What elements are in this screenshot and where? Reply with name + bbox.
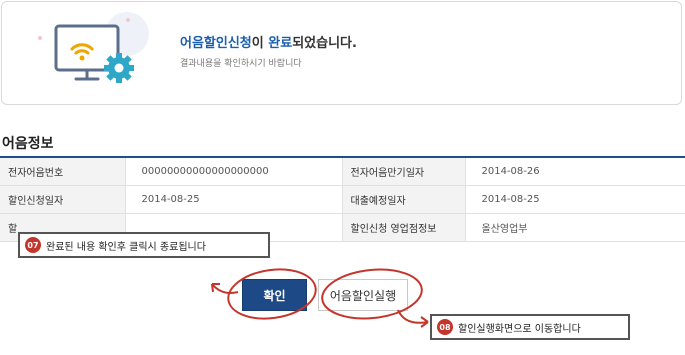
- row-value: 올산영업부: [465, 213, 685, 242]
- row-value: 2014-08-25: [465, 185, 685, 214]
- annotation-number: 08: [437, 319, 453, 335]
- annotation-text: 완료된 내용 확인후 클릭시 종료됩니다: [46, 241, 206, 253]
- result-message-panel: 어음할인신청이 완료되었습니다. 결과내용을 확인하시기 바랍니다: [1, 1, 682, 105]
- result-title-highlight: 어음할인신청: [180, 36, 252, 51]
- row-label: 전자어음번호: [0, 157, 126, 186]
- row-label: 할인신청일자: [0, 185, 126, 214]
- table-row: 전자어음번호 00000000000000000000 전자어음만기일자 201…: [0, 157, 685, 186]
- result-title: 어음할인신청이 완료되었습니다.: [180, 32, 357, 51]
- discount-execute-button[interactable]: 어음할인실행: [318, 279, 408, 311]
- row-label: 할인신청 영업점정보: [342, 213, 466, 242]
- section-title: 어음정보: [2, 136, 54, 152]
- result-subtitle: 결과내용을 확인하시기 바랍니다: [180, 59, 302, 69]
- row-label: 대출예정일자: [342, 185, 466, 214]
- result-title-end: 되었습니다.: [292, 36, 357, 51]
- row-value: 2014-08-25: [125, 185, 343, 214]
- row-value: 00000000000000000000: [125, 157, 343, 186]
- annotation-callout-08: 08 할인실행화면으로 이동합니다: [430, 314, 630, 340]
- table-row: 할인신청일자 2014-08-25 대출예정일자 2014-08-25: [0, 185, 685, 214]
- arrow-07: [211, 283, 239, 294]
- result-title-done: 완료: [268, 36, 293, 51]
- monitor-wifi-gear-icon: [38, 12, 149, 83]
- result-title-mid: 이: [251, 36, 269, 51]
- row-label: 전자어음만기일자: [342, 157, 466, 186]
- annotation-text: 할인실행화면으로 이동합니다: [458, 323, 581, 335]
- row-value: 2014-08-26: [465, 157, 685, 186]
- confirm-button[interactable]: 확인: [242, 279, 307, 311]
- arrow-08: [397, 309, 429, 324]
- annotation-number: 07: [25, 237, 41, 253]
- note-info-table: 전자어음번호 00000000000000000000 전자어음만기일자 201…: [0, 156, 685, 242]
- annotation-callout-07: 07 완료된 내용 확인후 클릭시 종료됩니다: [18, 232, 270, 258]
